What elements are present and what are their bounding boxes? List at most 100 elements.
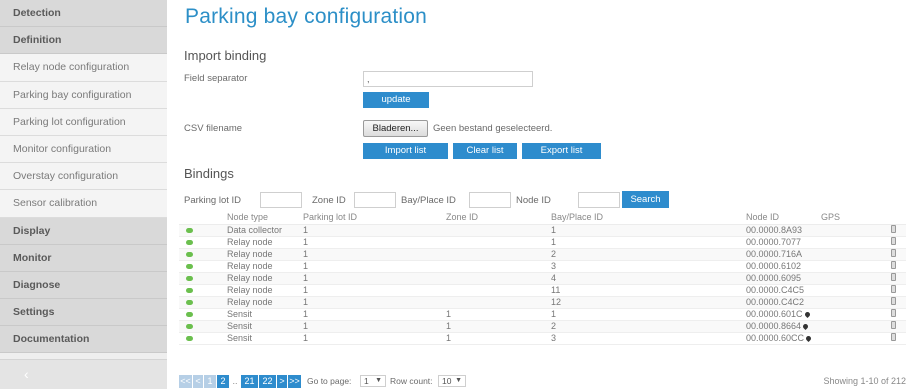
go-to-page-select[interactable]: 1 ▼ [360, 375, 386, 387]
bay-place-id-cell-text: 4 [551, 272, 557, 283]
column-header-parking-lot-id[interactable]: Parking lot ID [301, 210, 444, 225]
column-header-bay-place-id[interactable]: Bay/Place ID [549, 210, 744, 225]
table-row[interactable]: Sensit 1 1 2 00.0000.8664 [179, 320, 906, 333]
bay-place-id-cell-text: 1 [551, 308, 557, 319]
chevron-down-icon: ▼ [455, 377, 462, 384]
first-page-button[interactable]: << [179, 375, 192, 388]
table-row[interactable]: Relay node 1 4 00.0000.6095 [179, 272, 906, 285]
field-separator-input[interactable] [363, 71, 533, 87]
trash-icon[interactable] [891, 320, 896, 329]
zone-id-input[interactable] [354, 192, 396, 208]
parking-lot-id-cell-text: 1 [303, 224, 309, 235]
table-row[interactable]: Relay node 1 12 00.0000.C4C2 [179, 296, 906, 309]
gps-cell [819, 320, 889, 333]
gps-cell [819, 272, 889, 285]
sidebar-item-definition[interactable]: Definition [0, 27, 167, 55]
sidebar-item-monitor[interactable]: Monitor [0, 244, 167, 272]
trash-icon[interactable] [891, 272, 896, 281]
parking-lot-id-cell: 1 [301, 260, 444, 273]
actions-cell [889, 308, 906, 321]
parking-lot-id-cell: 1 [301, 296, 444, 309]
actions-cell [889, 260, 906, 273]
trash-icon[interactable] [891, 308, 896, 317]
bay-place-id-input[interactable] [469, 192, 511, 208]
node-id-cell-text: 00.0000.C4C2 [746, 296, 805, 307]
sidebar-item-relay-node-configuration[interactable]: Relay node configuration [0, 54, 167, 82]
node-id-input[interactable] [578, 192, 620, 208]
sidebar-item-parking-lot-configuration[interactable]: Parking lot configuration [0, 108, 167, 136]
table-row[interactable]: Data collector 1 1 00.0000.8A93 [179, 224, 906, 237]
zone-id-cell [444, 260, 549, 273]
status-cell [179, 296, 225, 309]
status-dot-icon [186, 323, 193, 329]
sidebar-item-display[interactable]: Display [0, 217, 167, 245]
import-binding-heading: Import binding [184, 48, 267, 63]
sidebar-item-documentation[interactable]: Documentation [0, 326, 167, 354]
trash-icon[interactable] [891, 224, 896, 233]
browse-file-button[interactable]: Bladeren... [363, 120, 428, 137]
page-button-21[interactable]: 21 [241, 375, 258, 388]
node-id-cell-text: 00.0000.601C [746, 308, 803, 319]
main-content: Parking bay configuration Import binding… [167, 0, 906, 389]
trash-icon[interactable] [891, 284, 896, 293]
parking-lot-id-input[interactable] [260, 192, 302, 208]
trash-icon[interactable] [891, 296, 896, 305]
last-page-button[interactable]: >> [288, 375, 301, 388]
bay-place-id-cell-text: 11 [551, 284, 561, 295]
sidebar-item-detection[interactable]: Detection [0, 0, 167, 28]
table-row[interactable]: Sensit 1 1 1 00.0000.601C [179, 308, 906, 321]
sidebar-item-monitor-configuration[interactable]: Monitor configuration [0, 135, 167, 164]
actions-cell [889, 236, 906, 249]
trash-icon[interactable] [891, 248, 896, 257]
sidebar-item-settings[interactable]: Settings [0, 299, 167, 327]
actions-cell [889, 224, 906, 237]
column-header-node-id[interactable]: Node ID [744, 210, 819, 225]
table-row[interactable]: Relay node 1 3 00.0000.6102 [179, 260, 906, 273]
page-button-22[interactable]: 22 [259, 375, 276, 388]
clear-list-button[interactable]: Clear list [453, 143, 517, 159]
sidebar-item-diagnose[interactable]: Diagnose [0, 271, 167, 300]
map-pin-icon[interactable] [805, 334, 813, 342]
zone-id-cell-text: 1 [446, 332, 452, 343]
gps-cell [819, 236, 889, 249]
parking-lot-id-cell-text: 1 [303, 284, 309, 295]
map-pin-icon[interactable] [803, 310, 811, 318]
page-ellipsis: .. [232, 376, 238, 386]
parking-lot-id-cell-text: 1 [303, 332, 309, 343]
export-list-button[interactable]: Export list [522, 143, 601, 159]
column-header-node-type[interactable]: Node type [225, 210, 301, 225]
map-pin-icon[interactable] [802, 322, 810, 330]
parking-lot-id-cell: 1 [301, 236, 444, 249]
page-button-1[interactable]: 1 [204, 375, 216, 388]
page-button-2[interactable]: 2 [217, 375, 229, 388]
status-cell [179, 260, 225, 273]
zone-id-cell-text: 1 [446, 320, 452, 331]
trash-icon[interactable] [891, 332, 896, 341]
bay-place-id-cell-text: 12 [551, 296, 562, 307]
status-cell [179, 272, 225, 285]
trash-icon[interactable] [891, 236, 896, 245]
chevron-left-icon: ‹ [24, 366, 29, 382]
trash-icon[interactable] [891, 260, 896, 269]
row-count-label: Row count: [390, 376, 433, 386]
column-header-gps[interactable]: GPS [819, 210, 889, 225]
sidebar-item-sensor-calibration[interactable]: Sensor calibration [0, 190, 167, 218]
search-button[interactable]: Search [622, 191, 669, 208]
row-count-select[interactable]: 10 ▼ [438, 375, 466, 387]
table-row[interactable]: Sensit 1 1 3 00.0000.60CC [179, 332, 906, 345]
node-id-cell: 00.0000.6102 [744, 260, 819, 273]
sidebar-item-parking-bay-configuration[interactable]: Parking bay configuration [0, 81, 167, 109]
bay-place-id-label: Bay/Place ID [401, 195, 456, 206]
next-page-button[interactable]: > [277, 375, 287, 388]
column-header-zone-id[interactable]: Zone ID [444, 210, 549, 225]
table-row[interactable]: Relay node 1 11 00.0000.C4C5 [179, 284, 906, 297]
update-button[interactable]: update [363, 92, 429, 108]
import-list-button[interactable]: Import list [363, 143, 448, 159]
node-id-cell-text: 00.0000.6102 [746, 260, 802, 271]
sidebar-collapse-button[interactable]: ‹ [0, 359, 167, 389]
table-row[interactable]: Relay node 1 2 00.0000.716A [179, 248, 906, 261]
sidebar-item-overstay-configuration[interactable]: Overstay configuration [0, 163, 167, 191]
prev-page-button[interactable]: < [193, 375, 203, 388]
table-row[interactable]: Relay node 1 1 00.0000.7077 [179, 236, 906, 249]
node-type-cell-text: Relay node [227, 248, 273, 259]
